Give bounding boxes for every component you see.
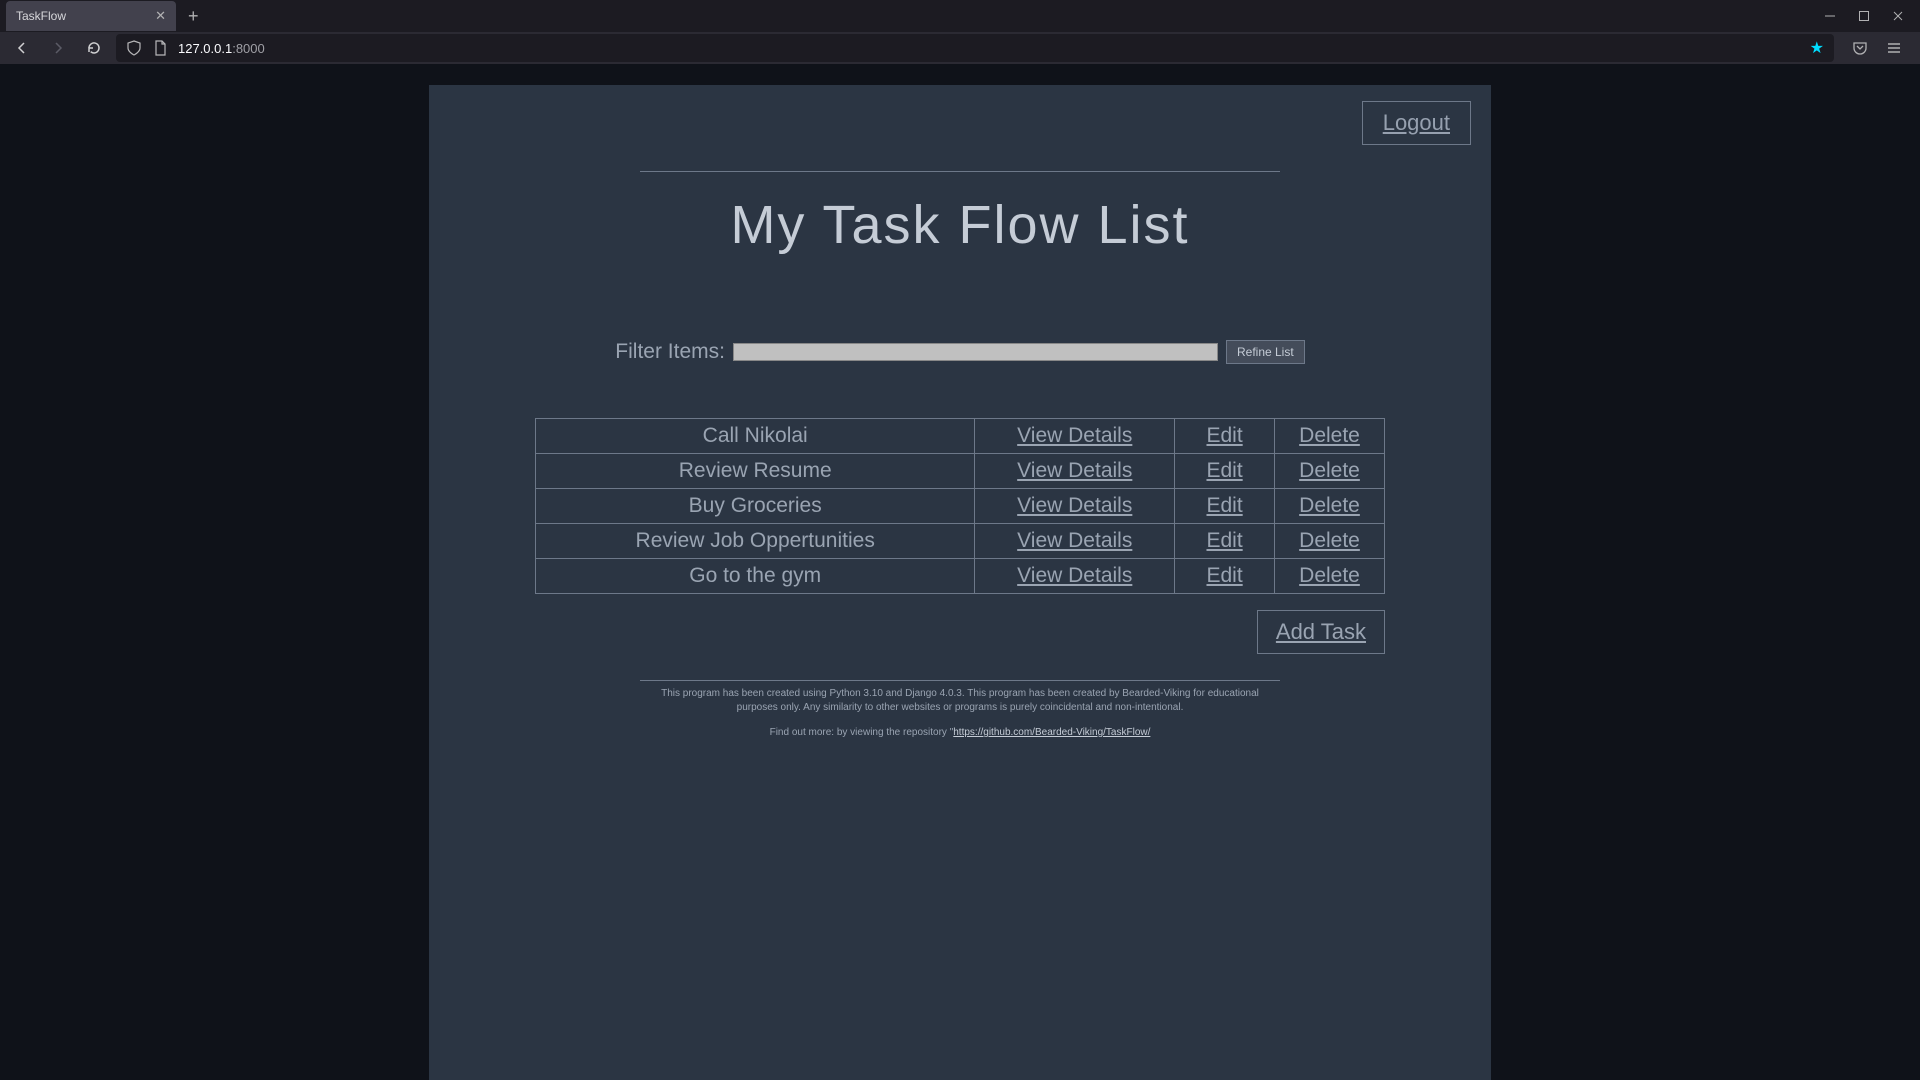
footer-link-row: Find out more: by viewing the repository…	[449, 727, 1471, 738]
browser-chrome: TaskFlow ✕ +	[0, 0, 1920, 64]
delete-link[interactable]: Delete	[1299, 494, 1360, 517]
footer-divider	[640, 680, 1280, 681]
task-title: Buy Groceries	[536, 489, 975, 524]
table-row: Review Job Oppertunities View Details Edit…	[536, 524, 1385, 559]
app-container: Logout My Task Flow List Filter Items: R…	[429, 85, 1491, 1080]
task-title: Call Nikolai	[536, 419, 975, 454]
task-title: Review Job Oppertunities	[536, 524, 975, 559]
add-task-row: Add Task	[535, 610, 1385, 654]
edit-link[interactable]: Edit	[1206, 459, 1242, 482]
footer-find-out-prefix: Find out more: by viewing the repository	[770, 727, 950, 738]
close-window-icon[interactable]	[1892, 10, 1904, 22]
url-text: 127.0.0.1:8000	[178, 41, 265, 56]
table-row: Buy Groceries View Details Edit Delete	[536, 489, 1385, 524]
edit-link[interactable]: Edit	[1206, 424, 1242, 447]
back-button[interactable]	[8, 34, 36, 62]
footer-repo-link[interactable]: https://github.com/Bearded-Viking/TaskFl…	[953, 727, 1150, 738]
window-controls	[1824, 10, 1920, 22]
page-title: My Task Flow List	[449, 194, 1471, 256]
filter-row: Filter Items: Refine List	[449, 340, 1471, 364]
view-details-link[interactable]: View Details	[1017, 459, 1132, 482]
bookmark-star-icon[interactable]: ★	[1810, 38, 1824, 58]
task-title: Review Resume	[536, 454, 975, 489]
page-icon	[152, 40, 168, 56]
delete-link[interactable]: Delete	[1299, 529, 1360, 552]
view-details-link[interactable]: View Details	[1017, 424, 1132, 447]
footer-disclaimer: This program has been created using Pyth…	[640, 687, 1280, 715]
new-tab-button[interactable]: +	[188, 6, 199, 27]
table-row: Go to the gym View Details Edit Delete	[536, 559, 1385, 594]
toolbar-right-icons	[1842, 40, 1912, 56]
table-row: Review Resume View Details Edit Delete	[536, 454, 1385, 489]
edit-link[interactable]: Edit	[1206, 529, 1242, 552]
table-row: Call Nikolai View Details Edit Delete	[536, 419, 1385, 454]
edit-link[interactable]: Edit	[1206, 494, 1242, 517]
pocket-icon[interactable]	[1852, 40, 1868, 56]
url-host: 127.0.0.1	[178, 41, 232, 56]
refine-button[interactable]: Refine List	[1226, 340, 1305, 364]
reload-button[interactable]	[80, 34, 108, 62]
forward-button[interactable]	[44, 34, 72, 62]
task-table: Call NikolaiView DetailsEditDeleteReview…	[535, 418, 1385, 594]
hamburger-icon[interactable]	[1886, 40, 1902, 56]
task-title: Go to the gym	[536, 559, 975, 594]
header-divider	[640, 171, 1280, 172]
delete-link[interactable]: Delete	[1299, 459, 1360, 482]
filter-input[interactable]	[733, 343, 1218, 361]
delete-link[interactable]: Delete	[1299, 564, 1360, 587]
page-viewport: Logout My Task Flow List Filter Items: R…	[0, 64, 1920, 1080]
close-icon[interactable]: ✕	[155, 8, 166, 24]
logout-button[interactable]: Logout	[1362, 101, 1471, 145]
topbar: Logout	[449, 101, 1471, 145]
minimize-icon[interactable]	[1824, 10, 1836, 22]
tab-title: TaskFlow	[16, 9, 66, 23]
browser-tab[interactable]: TaskFlow ✕	[6, 1, 176, 31]
add-task-button[interactable]: Add Task	[1257, 610, 1385, 654]
tab-strip: TaskFlow ✕ +	[0, 0, 1920, 32]
edit-link[interactable]: Edit	[1206, 564, 1242, 587]
view-details-link[interactable]: View Details	[1017, 564, 1132, 587]
url-bar[interactable]: 127.0.0.1:8000 ★	[116, 34, 1834, 62]
view-details-link[interactable]: View Details	[1017, 529, 1132, 552]
view-details-link[interactable]: View Details	[1017, 494, 1132, 517]
shield-icon[interactable]	[126, 40, 142, 56]
maximize-icon[interactable]	[1858, 10, 1870, 22]
filter-label: Filter Items:	[615, 340, 725, 364]
browser-toolbar: 127.0.0.1:8000 ★	[0, 32, 1920, 64]
url-port: :8000	[232, 41, 265, 56]
delete-link[interactable]: Delete	[1299, 424, 1360, 447]
